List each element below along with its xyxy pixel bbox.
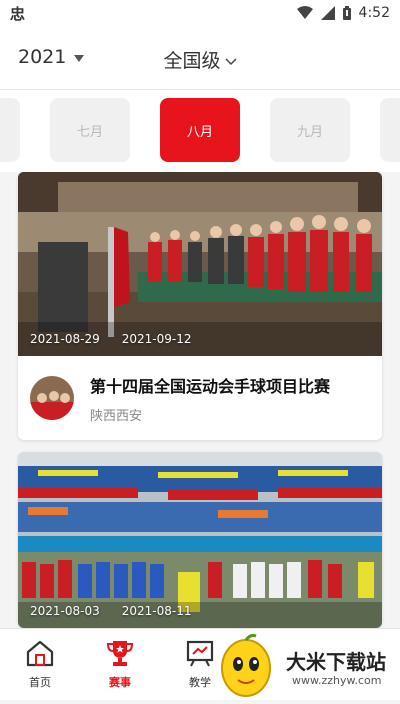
year-dropdown[interactable]: 2021 bbox=[18, 46, 85, 68]
notification-glyph: 忠 bbox=[10, 4, 26, 23]
status-bar: 忠 4:52 bbox=[0, 0, 400, 26]
stadium-photo bbox=[18, 452, 382, 628]
date-range: 2021-08-29 2021-09-12 bbox=[30, 332, 192, 346]
start-date: 2021-08-29 bbox=[30, 332, 100, 346]
signal-icon bbox=[320, 6, 335, 20]
month-label: 九月 bbox=[296, 124, 323, 140]
watermark-url: www.zzhyw.com bbox=[292, 674, 382, 687]
event-feed[interactable]: 2021-08-29 2021-09-12 第十四届全国运动会手球项目比赛 陕西… bbox=[0, 172, 400, 628]
chevron-down-icon[interactable] bbox=[224, 49, 237, 71]
battery-icon bbox=[342, 6, 351, 20]
card-text: 第十四届全国运动会手球项目比赛 陕西西安 bbox=[90, 373, 330, 424]
home-icon bbox=[25, 639, 55, 670]
event-title: 第十四届全国运动会手球项目比赛 bbox=[90, 376, 331, 396]
tab-label: 赛事 bbox=[109, 676, 131, 689]
start-date: 2021-08-03 bbox=[30, 604, 100, 618]
month-pill-july[interactable]: 七月 bbox=[50, 98, 130, 162]
year-value: 2021 bbox=[18, 46, 67, 68]
card-info: 第十四届全国运动会手球项目比赛 陕西西安 bbox=[18, 356, 382, 440]
status-time: 4:52 bbox=[358, 5, 390, 21]
tab-events[interactable]: 赛事 bbox=[90, 639, 150, 690]
tab-label: 教学 bbox=[189, 676, 211, 689]
wifi-icon bbox=[296, 6, 313, 20]
month-label: 八月 bbox=[186, 124, 213, 140]
download-site-watermark: 大米下载站 www.zzhyw.com bbox=[210, 630, 400, 700]
caret-down-icon bbox=[74, 46, 85, 68]
event-photo: 2021-08-03 2021-08-11 bbox=[18, 452, 382, 628]
tab-home[interactable]: 首页 bbox=[10, 639, 70, 690]
date-range: 2021-08-03 2021-08-11 bbox=[30, 604, 192, 618]
month-selector: 七月 八月 九月 bbox=[0, 90, 400, 172]
event-avatar bbox=[30, 376, 74, 420]
level-value[interactable]: 全国级 bbox=[163, 46, 220, 73]
tab-label: 首页 bbox=[29, 676, 51, 689]
event-location: 陕西西安 bbox=[90, 408, 143, 424]
month-label: 七月 bbox=[76, 124, 103, 140]
end-date: 2021-09-12 bbox=[121, 332, 192, 346]
trophy-icon bbox=[105, 639, 135, 670]
event-card[interactable]: 2021-08-29 2021-09-12 第十四届全国运动会手球项目比赛 陕西… bbox=[18, 172, 382, 440]
event-card[interactable]: 2021-08-03 2021-08-11 bbox=[18, 452, 382, 628]
event-photo: 2021-08-29 2021-09-12 bbox=[18, 172, 382, 356]
month-pill-next[interactable] bbox=[380, 98, 400, 162]
month-pill-september[interactable]: 九月 bbox=[270, 98, 350, 162]
watermark-title: 大米下载站 bbox=[286, 650, 386, 674]
month-pill-august[interactable]: 八月 bbox=[160, 98, 240, 162]
filter-header: 2021 全国级 bbox=[0, 26, 400, 90]
month-pill-previous[interactable] bbox=[0, 98, 20, 162]
mascot-logo bbox=[221, 634, 271, 697]
end-date: 2021-08-11 bbox=[121, 604, 192, 618]
ceremony-photo bbox=[18, 172, 382, 356]
status-icons: 4:52 bbox=[296, 5, 390, 21]
